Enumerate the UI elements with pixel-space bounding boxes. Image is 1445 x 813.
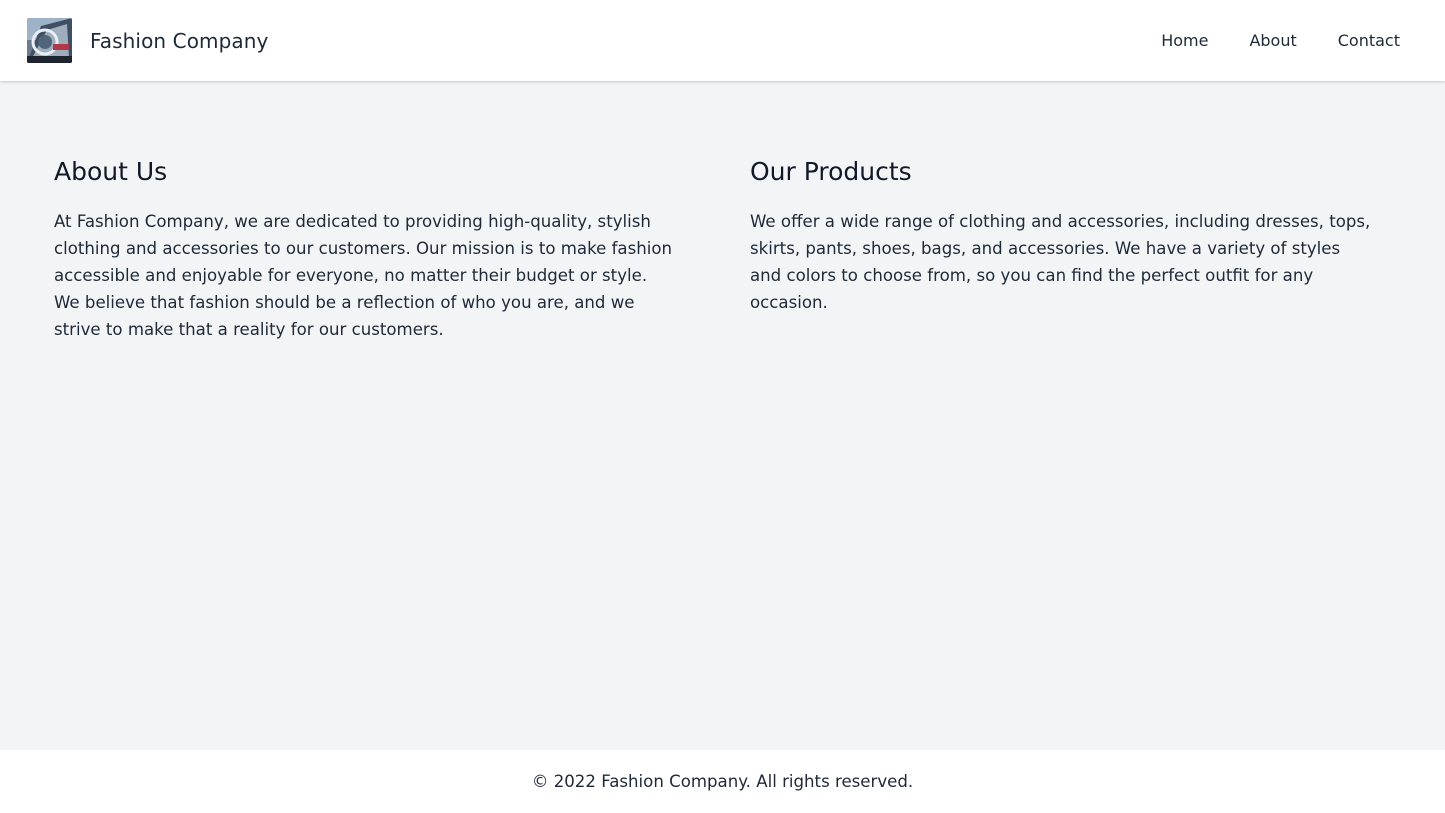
main-content: About Us At Fashion Company, we are dedi… bbox=[0, 81, 1445, 750]
nav-contact-link[interactable]: Contact bbox=[1338, 31, 1400, 50]
brand-name[interactable]: Fashion Company bbox=[90, 29, 269, 53]
products-heading: Our Products bbox=[750, 157, 912, 186]
nav-about-link[interactable]: About bbox=[1249, 31, 1296, 50]
page: Fashion Company Home About Contact About… bbox=[0, 0, 1445, 813]
site-footer: © 2022 Fashion Company. All rights reser… bbox=[0, 750, 1445, 813]
main-nav: Home About Contact bbox=[1120, 31, 1418, 50]
copyright-text: © 2022 Fashion Company. All rights reser… bbox=[531, 772, 914, 791]
about-section: About Us At Fashion Company, we are dedi… bbox=[54, 155, 677, 750]
products-text: We offer a wide range of clothing and ac… bbox=[750, 212, 1371, 312]
products-section: Our Products We offer a wide range of cl… bbox=[750, 155, 1373, 750]
nav-home-link[interactable]: Home bbox=[1161, 31, 1208, 50]
about-text: At Fashion Company, we are dedicated to … bbox=[54, 212, 673, 339]
about-heading: About Us bbox=[54, 157, 168, 186]
site-header: Fashion Company Home About Contact bbox=[0, 0, 1445, 81]
logo-icon[interactable] bbox=[27, 18, 72, 63]
brand[interactable]: Fashion Company bbox=[27, 18, 269, 63]
